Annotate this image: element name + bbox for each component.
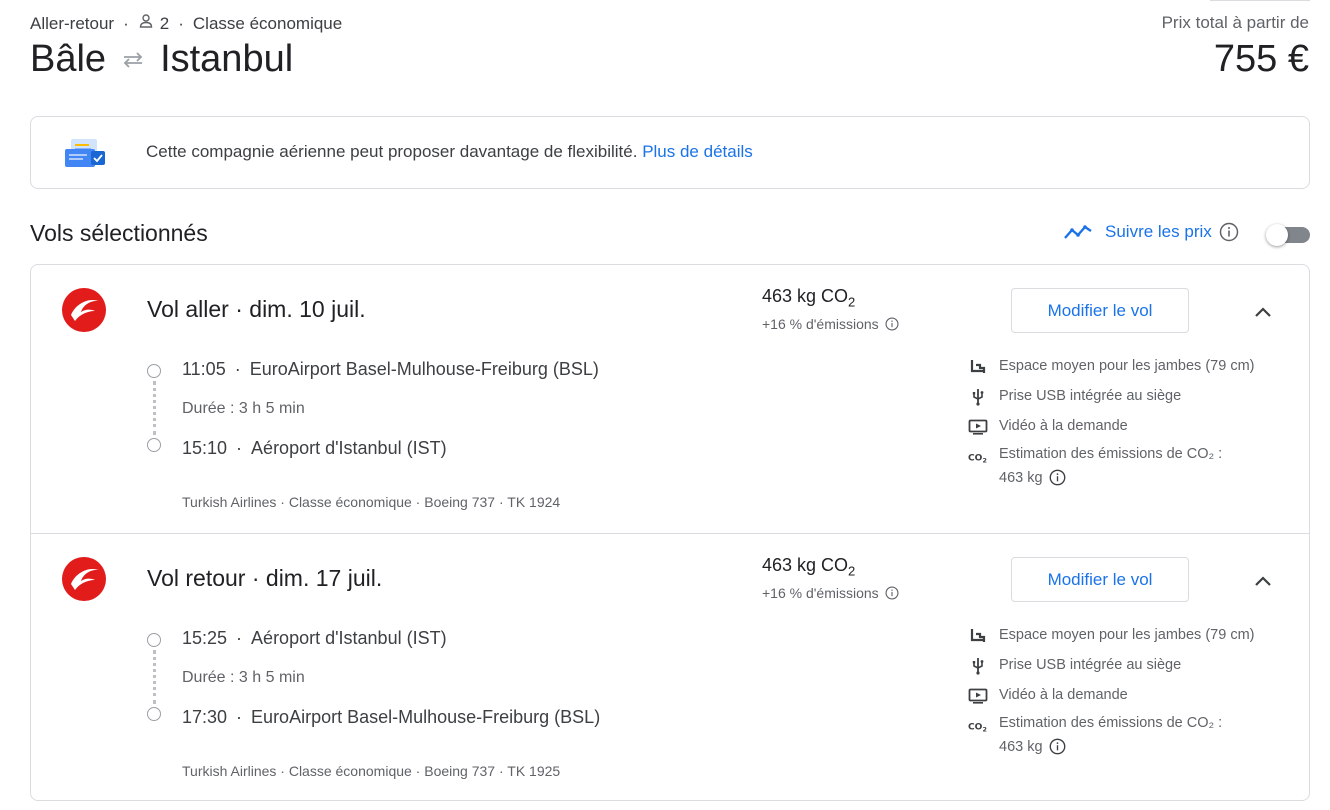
person-icon [138,13,154,34]
arrival-stop: 17:30 · EuroAirport Basel-Mulhouse-Freibur… [182,707,601,727]
co2-amount: 463 kg CO2 [762,286,856,310]
total-price: 755 € [1213,38,1309,80]
outbound-flight: Vol aller · dim. 10 juil. 463 kg CO2 +16… [31,265,1309,533]
emissions-delta: +16 % d'émissions [762,585,899,601]
svg-text:2: 2 [983,726,987,733]
airline-logo-icon [61,287,107,333]
departure-stop: 11:05 · EuroAirport Basel-Mulhouse-Freibur… [182,359,599,379]
usb-text: Prise USB intégrée au siège [999,657,1182,673]
flexibility-text: Cette compagnie aérienne peut proposer d… [146,142,753,161]
video-text: Vidéo à la demande [999,687,1128,703]
info-icon[interactable] [885,586,899,600]
co2-estimate-label: Estimation des émissions de CO₂ : [999,715,1223,731]
route-line [153,650,156,704]
ticket-flex-icon [63,137,107,176]
svg-text:CO: CO [968,723,983,733]
trip-type: Aller-retour [30,13,115,33]
flexibility-banner: Cette compagnie aérienne peut proposer d… [30,116,1310,189]
co2-estimate-value: 463 kg [999,469,1066,486]
svg-text:CO: CO [968,454,983,464]
co2-icon: CO 2 [968,447,988,467]
departure-dot [147,633,161,647]
legroom-icon [968,357,988,377]
flight-title: Vol retour · dim. 17 juil. [147,565,383,591]
video-icon [968,686,988,706]
selected-flights-card: Vol aller · dim. 10 juil. 463 kg CO2 +16… [30,264,1310,801]
usb-text: Prise USB intégrée au siège [999,388,1182,404]
departure-stop: 15:25 · Aéroport d'Istanbul (IST) [182,628,447,648]
track-prices-toggle[interactable] [1266,224,1310,246]
track-prices[interactable]: Suivre les prix [1063,222,1239,242]
usb-icon [968,387,988,407]
destination-city: Istanbul [160,38,294,80]
video-icon [968,417,988,437]
return-flight: Vol retour · dim. 17 juil. 463 kg CO2 +1… [31,534,1309,802]
svg-text:2: 2 [983,457,987,464]
route-title: Bâle Istanbul [30,38,293,81]
info-icon[interactable] [885,317,899,331]
co2-icon: CO 2 [968,716,988,736]
legroom-text: Espace moyen pour les jambes (79 cm) [999,358,1255,374]
modify-flight-button[interactable]: Modifier le vol [1011,557,1189,602]
emissions-delta: +16 % d'émissions [762,316,899,332]
co2-estimate-value: 463 kg [999,738,1066,755]
flight-title: Vol aller · dim. 10 juil. [147,296,366,322]
trend-icon [1063,223,1093,241]
info-icon[interactable] [1049,469,1066,486]
details-link[interactable]: Plus de détails [642,142,753,161]
price-label: Prix total à partir de [1161,13,1309,32]
trip-summary: Aller-retour · 2 · Classe économique [30,13,343,34]
co2-estimate-label: Estimation des émissions de CO₂ : [999,446,1223,462]
info-icon[interactable] [1049,738,1066,755]
chevron-up-icon[interactable] [1251,569,1275,593]
arrival-dot [147,707,161,721]
arrival-stop: 15:10 · Aéroport d'Istanbul (IST) [182,438,447,458]
origin-city: Bâle [30,38,107,80]
legroom-text: Espace moyen pour les jambes (79 cm) [999,627,1255,643]
co2-amount: 463 kg CO2 [762,555,856,579]
top-divider [1210,0,1310,1]
departure-dot [147,364,161,378]
duration: Durée : 3 h 5 min [182,669,305,686]
section-title: Vols sélectionnés [30,220,208,246]
arrival-dot [147,438,161,452]
carrier-details: Turkish Airlines · Classe économique · B… [182,494,561,510]
passenger-count: 2 [159,13,170,33]
carrier-details: Turkish Airlines · Classe économique · B… [182,763,561,779]
video-text: Vidéo à la demande [999,418,1128,434]
usb-icon [968,656,988,676]
legroom-icon [968,626,988,646]
track-prices-label: Suivre les prix [1105,222,1212,241]
chevron-up-icon[interactable] [1251,300,1275,324]
cabin-class: Classe économique [192,13,343,33]
duration: Durée : 3 h 5 min [182,400,305,417]
route-line [153,381,156,435]
swap-arrows-icon [120,49,146,71]
modify-flight-button[interactable]: Modifier le vol [1011,288,1189,333]
airline-logo-icon [61,556,107,602]
info-icon[interactable] [1219,222,1239,242]
